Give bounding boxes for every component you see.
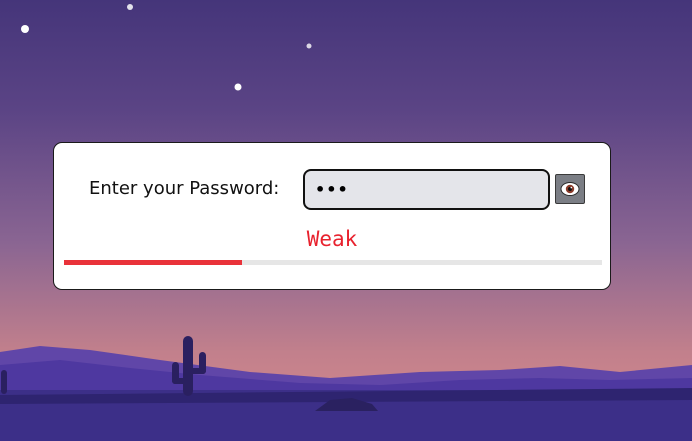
strength-meter-fill — [64, 260, 242, 265]
eye-icon — [560, 182, 580, 196]
strength-label: Weak — [306, 227, 358, 251]
password-input[interactable] — [303, 169, 550, 210]
star — [127, 4, 133, 10]
star — [306, 43, 312, 49]
show-password-button[interactable] — [555, 174, 585, 204]
cactus-small — [1, 370, 7, 394]
strength-meter — [64, 260, 602, 265]
star — [234, 83, 242, 91]
star — [21, 25, 29, 33]
password-strength-card: Enter your Password: Weak — [53, 142, 611, 290]
password-label: Enter your Password: — [89, 178, 280, 199]
